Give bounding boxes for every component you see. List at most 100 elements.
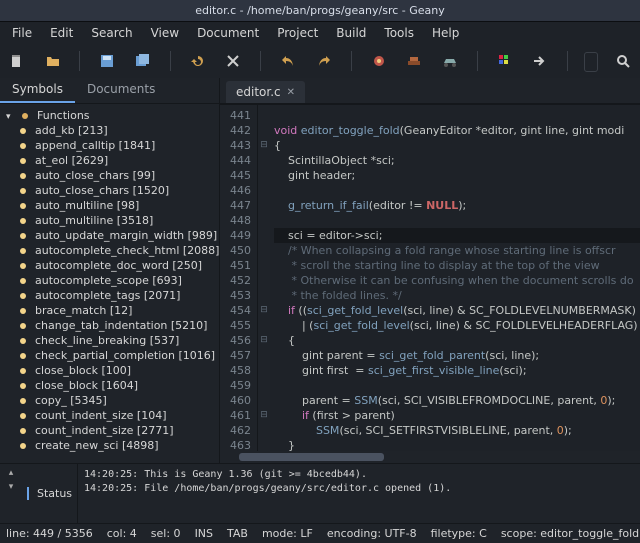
symbol-item[interactable]: copy_ [5345] [0, 393, 219, 408]
menu-edit[interactable]: Edit [42, 24, 81, 42]
code-line[interactable]: if (first > parent) [274, 408, 640, 423]
editor-area: editor.c ✕ 441 442 443 444 445 446 447 4… [220, 78, 640, 463]
expand-down-icon[interactable]: ▾ [9, 482, 14, 492]
symbol-item[interactable]: check_partial_completion [1016] [0, 348, 219, 363]
symbol-label: check_partial_completion [1016] [35, 349, 215, 362]
symbol-item[interactable]: create_new_sci [4898] [0, 438, 219, 453]
symbol-item[interactable]: at_eol [2629] [0, 153, 219, 168]
symbol-item[interactable]: auto_update_margin_width [989] [0, 228, 219, 243]
code-line[interactable]: { [274, 333, 640, 348]
search-icon[interactable] [612, 50, 634, 72]
symbols-tree[interactable]: Functionsadd_kb [213]append_calltip [184… [0, 104, 219, 463]
symbol-label: count_indent_size [2771] [35, 424, 174, 437]
run-icon[interactable] [439, 50, 461, 72]
code-line[interactable] [274, 108, 640, 123]
code-line[interactable]: * Otherwise it can be confusing when the… [274, 273, 640, 288]
code-line[interactable]: parent = SSM(sci, SCI_VISIBLEFROMDOCLINE… [274, 393, 640, 408]
code-line[interactable] [274, 378, 640, 393]
code-line[interactable]: void editor_toggle_fold(GeanyEditor *edi… [274, 123, 640, 138]
function-icon [20, 413, 26, 419]
symbol-item[interactable]: close_block [100] [0, 363, 219, 378]
symbol-item[interactable]: autocomplete_tags [2071] [0, 288, 219, 303]
toolbar [0, 44, 640, 78]
symbol-item[interactable]: auto_close_chars [99] [0, 168, 219, 183]
symbol-item[interactable]: close_block [1604] [0, 378, 219, 393]
window-title: editor.c - /home/ban/progs/geany/src - G… [195, 4, 445, 17]
editor-tab-active[interactable]: editor.c ✕ [226, 81, 305, 103]
code-line[interactable]: * the folded lines. */ [274, 288, 640, 303]
code-line[interactable] [274, 213, 640, 228]
scrollbar-thumb[interactable] [239, 453, 385, 461]
message-body[interactable]: 14:20:25: This is Geany 1.36 (git >= 4bc… [78, 464, 640, 523]
fold-column[interactable]: ⊟ ⊟ ⊟ ⊟ ⊟ [258, 105, 270, 451]
menu-project[interactable]: Project [269, 24, 326, 42]
tree-root-functions[interactable]: Functions [0, 108, 219, 123]
symbol-item[interactable]: autocomplete_doc_word [250] [0, 258, 219, 273]
symbol-item[interactable]: auto_close_chars [1520] [0, 183, 219, 198]
symbol-item[interactable]: brace_match [12] [0, 303, 219, 318]
new-file-icon[interactable] [6, 50, 28, 72]
function-icon [20, 353, 26, 359]
horizontal-scrollbar[interactable] [220, 451, 640, 463]
code-line[interactable]: sci = editor->sci; [274, 228, 640, 243]
symbol-item[interactable]: check_line_breaking [537] [0, 333, 219, 348]
collapse-up-icon[interactable]: ▴ [9, 468, 14, 478]
tree-root-label: Functions [37, 109, 90, 122]
search-input[interactable] [584, 52, 598, 72]
color-chooser-icon[interactable] [494, 50, 516, 72]
menu-help[interactable]: Help [424, 24, 467, 42]
menu-search[interactable]: Search [83, 24, 140, 42]
code-line[interactable]: gint header; [274, 168, 640, 183]
menu-document[interactable]: Document [189, 24, 267, 42]
code-line[interactable]: * scroll the starting line to display at… [274, 258, 640, 273]
tab-close-icon[interactable]: ✕ [287, 87, 295, 98]
function-icon [20, 188, 26, 194]
code-content[interactable]: void editor_toggle_fold(GeanyEditor *edi… [270, 105, 640, 451]
code-line[interactable]: ScintillaObject *sci; [274, 153, 640, 168]
window-titlebar: editor.c - /home/ban/progs/geany/src - G… [0, 0, 640, 22]
symbol-item[interactable]: auto_multiline [98] [0, 198, 219, 213]
symbol-item[interactable]: count_indent_size [104] [0, 408, 219, 423]
symbol-item[interactable]: autocomplete_check_html [2088] [0, 243, 219, 258]
revert-icon[interactable] [187, 50, 209, 72]
close-icon[interactable] [223, 50, 245, 72]
menu-tools[interactable]: Tools [376, 24, 422, 42]
menu-build[interactable]: Build [328, 24, 374, 42]
code-line[interactable]: g_return_if_fail(editor != NULL); [274, 198, 640, 213]
sidebar-tab-symbols[interactable]: Symbols [0, 78, 75, 103]
code-line[interactable] [274, 183, 640, 198]
menu-view[interactable]: View [143, 24, 187, 42]
sidebar-tab-documents[interactable]: Documents [75, 78, 167, 103]
code-line[interactable]: { [274, 138, 640, 153]
code-editor[interactable]: 441 442 443 444 445 446 447 448 449 450 … [220, 104, 640, 451]
code-line[interactable]: SSM(sci, SCI_SETFIRSTVISIBLELINE, parent… [274, 423, 640, 438]
undo-icon[interactable] [277, 50, 299, 72]
toolbar-separator [79, 51, 80, 71]
message-tab-status[interactable]: Status [22, 464, 78, 523]
jump-icon[interactable] [530, 50, 552, 72]
code-line[interactable]: if ((sci_get_fold_level(sci, line) & SC_… [274, 303, 640, 318]
code-line[interactable]: | (sci_get_fold_level(sci, line) & SC_FO… [274, 318, 640, 333]
symbol-item[interactable]: auto_multiline [3518] [0, 213, 219, 228]
line-gutter: 441 442 443 444 445 446 447 448 449 450 … [220, 105, 258, 451]
status-encoding: encoding: UTF-8 [327, 527, 417, 540]
save-file-icon[interactable] [96, 50, 118, 72]
build-icon[interactable] [403, 50, 425, 72]
code-line[interactable]: gint parent = sci_get_fold_parent(sci, l… [274, 348, 640, 363]
code-line[interactable]: gint first = sci_get_first_visible_line(… [274, 363, 640, 378]
save-all-icon[interactable] [132, 50, 154, 72]
symbol-item[interactable]: append_calltip [1841] [0, 138, 219, 153]
symbol-item[interactable]: change_tab_indentation [5210] [0, 318, 219, 333]
symbol-label: count_indent_size [104] [35, 409, 167, 422]
menu-file[interactable]: File [4, 24, 40, 42]
open-file-icon[interactable] [42, 50, 64, 72]
symbol-item[interactable]: autocomplete_scope [693] [0, 273, 219, 288]
symbol-item[interactable]: add_kb [213] [0, 123, 219, 138]
code-line[interactable]: /* When collapsing a fold range whose st… [274, 243, 640, 258]
function-icon [20, 293, 26, 299]
code-line[interactable]: } [274, 438, 640, 451]
toolbar-separator [567, 51, 568, 71]
symbol-item[interactable]: count_indent_size [2771] [0, 423, 219, 438]
redo-icon[interactable] [313, 50, 335, 72]
compile-icon[interactable] [368, 50, 390, 72]
